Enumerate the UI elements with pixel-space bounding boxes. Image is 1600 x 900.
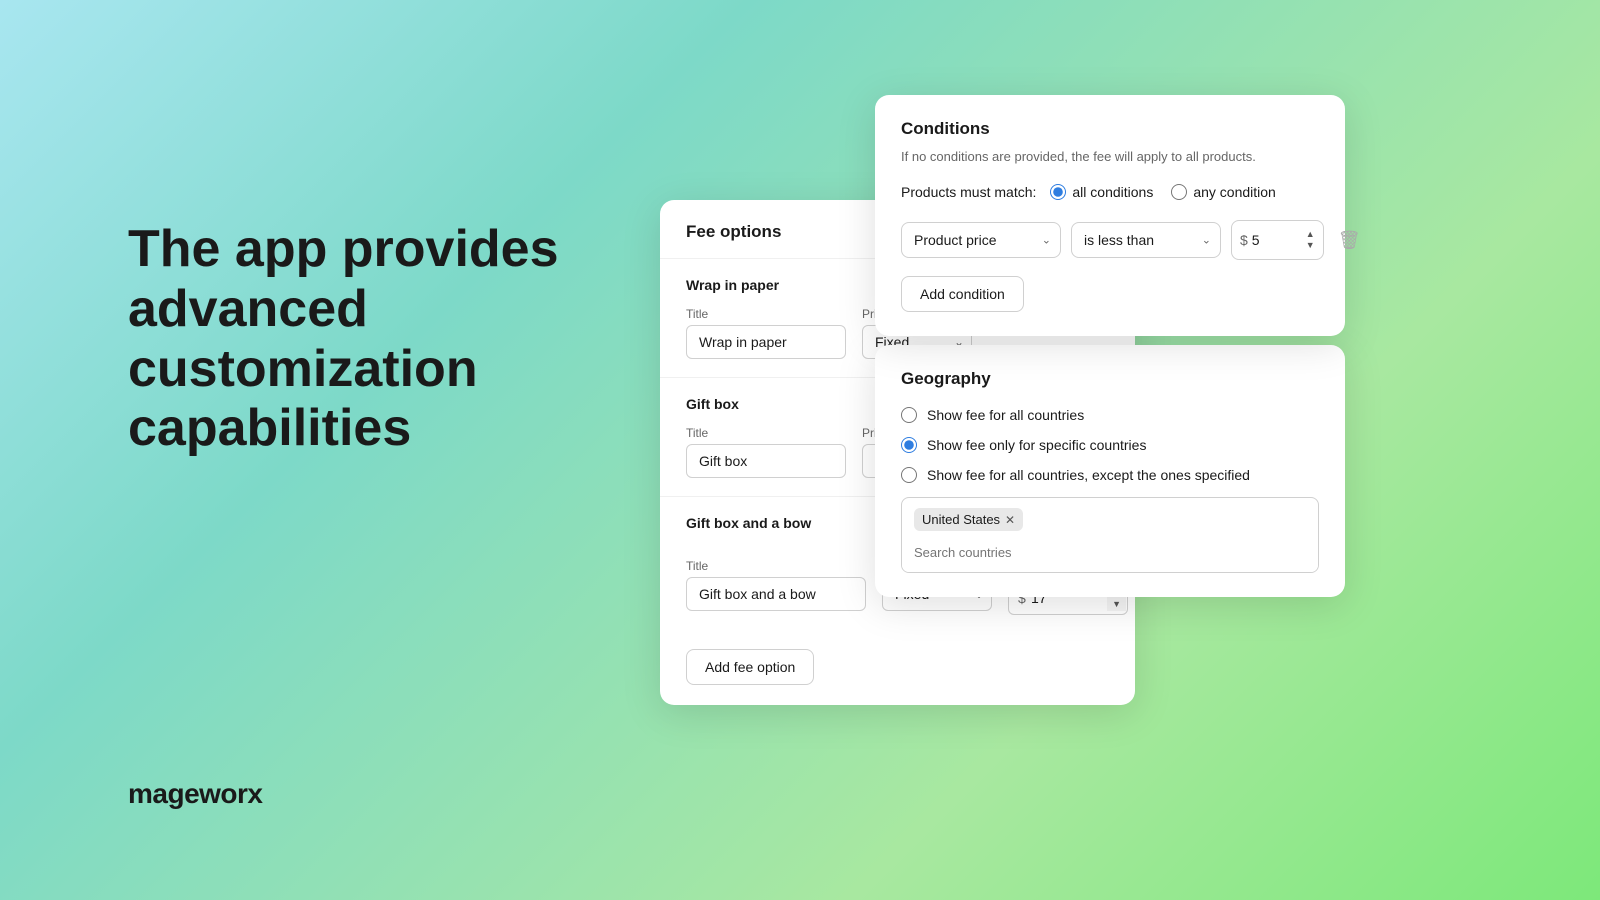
condition-value-input[interactable] [1252,232,1302,248]
match-all-option[interactable]: all conditions [1050,184,1153,200]
gift-box-bow-title-input[interactable] [686,577,866,611]
match-label: Products must match: [901,184,1036,200]
geo-specific-countries-option[interactable]: Show fee only for specific countries [901,437,1319,453]
match-row: Products must match: all conditions any … [901,184,1319,200]
operator-select[interactable]: is less than [1071,222,1221,258]
wrap-title-label: Title [686,307,846,321]
add-condition-button[interactable]: Add condition [901,276,1024,312]
geo-except-countries-label: Show fee for all countries, except the o… [927,467,1250,483]
conditions-title: Conditions [901,119,1319,139]
geo-all-countries-radio[interactable] [901,407,917,423]
match-any-label: any condition [1193,184,1276,200]
condition-dollar: $ [1240,232,1248,248]
gift-box-title-label: Title [686,426,846,440]
geo-all-countries-label: Show fee for all countries [927,407,1084,423]
hero-section: The app provides advanced customization … [128,220,608,459]
brand-logo: mageworx [128,778,263,810]
cond-decrement-btn[interactable]: ▼ [1306,240,1315,251]
country-tag-us-close[interactable]: ✕ [1005,513,1015,527]
product-field-select[interactable]: Product price [901,222,1061,258]
country-tag-us-label: United States [922,512,1000,527]
match-all-label: all conditions [1072,184,1153,200]
hero-text: The app provides advanced customization … [128,220,608,459]
geo-except-countries-option[interactable]: Show fee for all countries, except the o… [901,467,1319,483]
geography-card: Geography Show fee for all countries Sho… [875,345,1345,597]
cond-increment-btn[interactable]: ▲ [1306,229,1315,240]
gift-box-title-input[interactable] [686,444,846,478]
conditions-subtitle: If no conditions are provided, the fee w… [901,149,1319,164]
country-search-input[interactable] [902,537,1318,572]
condition-row: Product price is less than $ ▲ ▼ 🗑 [901,220,1319,260]
match-all-radio[interactable] [1050,184,1066,200]
match-any-radio[interactable] [1171,184,1187,200]
condition-value-wrapper: $ ▲ ▼ [1231,220,1324,260]
geo-all-countries-option[interactable]: Show fee for all countries [901,407,1319,423]
country-tags: United States ✕ [902,498,1318,537]
country-tag-us: United States ✕ [914,508,1023,531]
geography-title: Geography [901,369,1319,389]
wrap-title-field: Title [686,307,846,359]
add-fee-option-button[interactable]: Add fee option [686,649,814,685]
operator-select-wrapper: is less than [1071,222,1221,258]
product-field-select-wrapper: Product price [901,222,1061,258]
gift-box-bow-title-field: Title [686,559,866,611]
country-search-box: United States ✕ [901,497,1319,573]
geo-specific-countries-radio[interactable] [901,437,917,453]
gift-box-bow-title: Gift box and a bow [686,515,811,531]
match-any-option[interactable]: any condition [1171,184,1276,200]
geo-except-countries-radio[interactable] [901,467,917,483]
conditions-card: Conditions If no conditions are provided… [875,95,1345,336]
condition-delete-button[interactable]: 🗑 [1334,226,1365,255]
gift-box-bow-title-label: Title [686,559,866,573]
geo-specific-countries-label: Show fee only for specific countries [927,437,1146,453]
match-radio-group: all conditions any condition [1050,184,1275,200]
condition-stepper: ▲ ▼ [1306,229,1315,251]
gift-box-title-field: Title [686,426,846,478]
value-decrement-btn[interactable]: ▼ [1107,598,1126,611]
wrap-title-input[interactable] [686,325,846,359]
